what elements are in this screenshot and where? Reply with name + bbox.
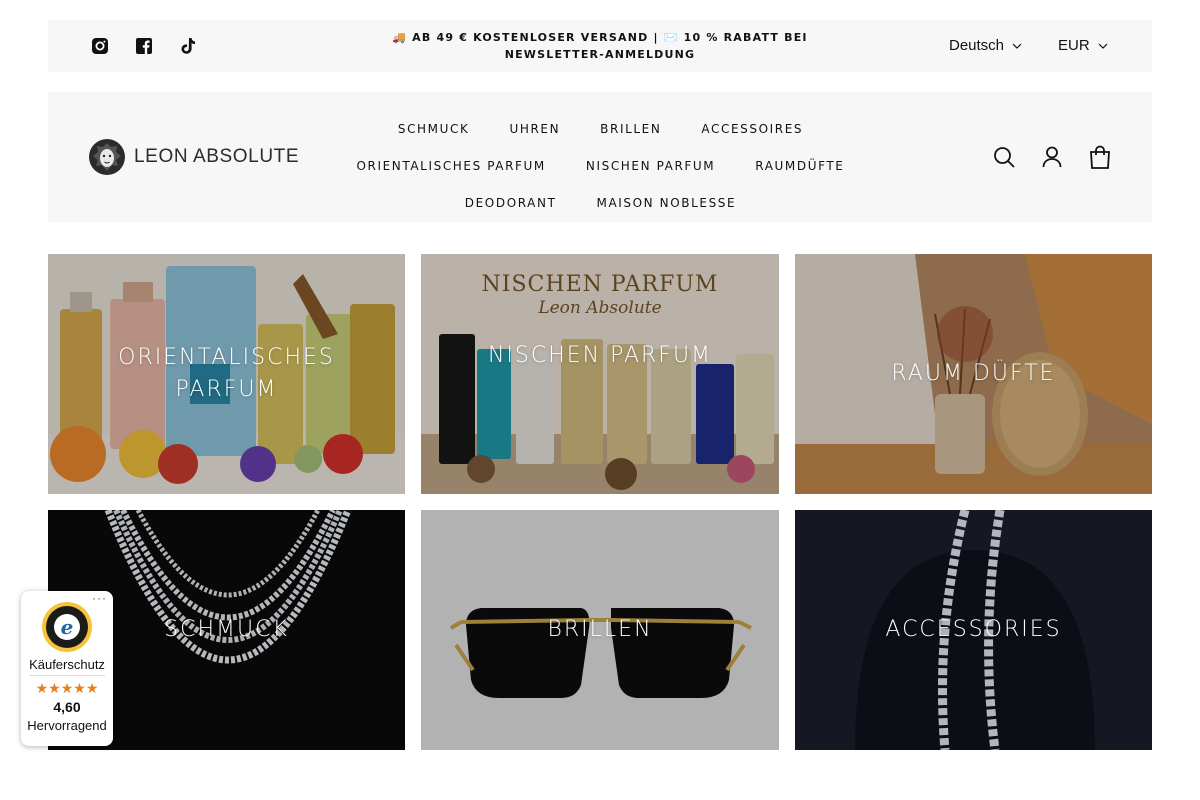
search-icon[interactable]	[992, 144, 1016, 170]
lion-logo-icon	[89, 139, 125, 175]
chevron-down-icon	[1098, 43, 1108, 49]
nav-item-raumduefte[interactable]: RAUMDÜFTE	[755, 159, 844, 173]
chevron-down-icon	[1012, 43, 1022, 49]
nav-item-nischen-parfum[interactable]: NISCHEN PARFUM	[586, 159, 715, 173]
buyer-protection-label: Käuferschutz	[29, 657, 105, 672]
account-icon[interactable]	[1040, 144, 1064, 170]
collection-tile-accessories[interactable]: ACCESSORIES	[795, 510, 1152, 750]
nav-row-1: SCHMUCK UHREN BRILLEN ACCESSOIRES	[318, 110, 883, 147]
nav-item-maison-noblesse[interactable]: MAISON NOBLESSE	[597, 196, 737, 210]
trusted-shops-seal-icon: e	[42, 602, 92, 652]
instagram-icon[interactable]	[88, 36, 112, 56]
collection-tile-nischen-parfum[interactable]: NISCHEN PARFUM Leon Absolute NISCHEN PAR…	[421, 254, 779, 494]
collection-title: BRILLEN	[547, 617, 653, 642]
announcement-bar: 🚚 AB 49 € KOSTENLOSER VERSAND | ✉️ 10 % …	[48, 20, 1152, 72]
main-navigation: SCHMUCK UHREN BRILLEN ACCESSOIRES ORIENT…	[318, 110, 883, 221]
nav-item-accessoires[interactable]: ACCESSOIRES	[701, 122, 803, 136]
currency-label: EUR	[1058, 37, 1090, 54]
more-options-icon[interactable]: ···	[92, 591, 107, 605]
svg-text:e: e	[61, 615, 74, 639]
nav-item-brillen[interactable]: BRILLEN	[600, 122, 661, 136]
logo[interactable]: LEON ABSOLUTE	[88, 138, 299, 176]
language-label: Deutsch	[949, 37, 1005, 54]
announcement-line-2: NEWSLETTER-ANMELDUNG	[504, 48, 696, 61]
badge-divider	[29, 675, 105, 676]
collection-title: ACCESSORIES	[885, 617, 1062, 642]
rating-score: 4,60	[53, 699, 81, 715]
currency-selector[interactable]: EUR	[1058, 37, 1108, 54]
logo-text: LEON ABSOLUTE	[134, 146, 300, 167]
rating-text: Hervorragend	[27, 718, 107, 733]
announcement-line-1: 🚚 AB 49 € KOSTENLOSER VERSAND | ✉️ 10 % …	[392, 31, 808, 44]
header-icons	[992, 144, 1112, 170]
nav-item-orientalisches-parfum[interactable]: ORIENTALISCHES PARFUM	[356, 159, 545, 173]
nav-row-3: DEODORANT MAISON NOBLESSE	[318, 184, 883, 221]
cart-icon[interactable]	[1088, 144, 1112, 170]
collection-title: ORIENTALISCHES PARFUM	[118, 345, 335, 402]
nav-item-deodorant[interactable]: DEODORANT	[465, 196, 557, 210]
collection-tile-orientalisches-parfum[interactable]: ORIENTALISCHES PARFUM	[48, 254, 405, 494]
nav-item-schmuck[interactable]: SCHMUCK	[398, 122, 470, 136]
site-header: LEON ABSOLUTE SCHMUCK UHREN BRILLEN ACCE…	[48, 92, 1152, 222]
tiktok-icon[interactable]	[176, 36, 200, 56]
social-links	[88, 36, 200, 56]
rating-stars: ★★★★★	[35, 680, 99, 696]
nav-item-uhren[interactable]: UHREN	[509, 122, 560, 136]
collection-tile-raum-duefte[interactable]: RAUM DÜFTE	[795, 254, 1152, 494]
collection-title: RAUM DÜFTE	[891, 361, 1056, 386]
nav-row-2: ORIENTALISCHES PARFUM NISCHEN PARFUM RAU…	[318, 147, 883, 184]
banner-subtitle: Leon Absolute	[538, 298, 662, 318]
facebook-icon[interactable]	[132, 36, 156, 56]
collection-grid: ORIENTALISCHES PARFUM NISCHEN PARFUM Leo…	[48, 254, 1152, 750]
announcement-text: 🚚 AB 49 € KOSTENLOSER VERSAND | ✉️ 10 % …	[348, 29, 852, 63]
trusted-shops-badge[interactable]: ··· e Käuferschutz ★★★★★ 4,60 Hervorrage…	[21, 591, 113, 746]
collection-title: NISCHEN PARFUM	[487, 343, 713, 368]
language-selector[interactable]: Deutsch	[949, 37, 1022, 54]
collection-tile-brillen[interactable]: BRILLEN	[421, 510, 779, 750]
banner-title: NISCHEN PARFUM	[481, 272, 719, 297]
